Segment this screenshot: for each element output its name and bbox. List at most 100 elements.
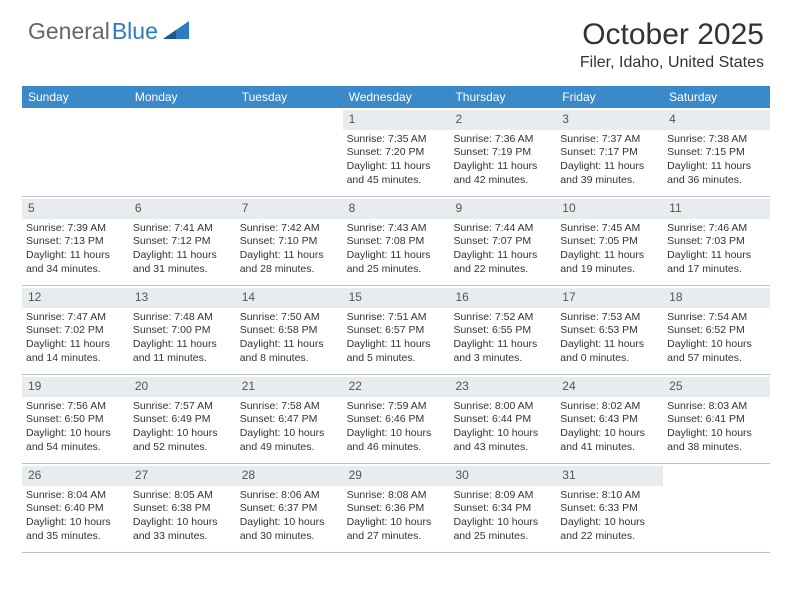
daylight-line: Daylight: 11 hours and 11 minutes.: [133, 338, 232, 365]
sunrise-line: Sunrise: 7:53 AM: [560, 311, 659, 325]
sunset-line: Sunset: 7:17 PM: [560, 146, 659, 160]
day-number: 28: [236, 466, 343, 486]
day-cell: .: [22, 108, 129, 196]
title-block: October 2025 Filer, Idaho, United States: [580, 18, 764, 72]
location-text: Filer, Idaho, United States: [580, 54, 764, 72]
sunrise-line: Sunrise: 7:47 AM: [26, 311, 125, 325]
day-number: 29: [343, 466, 450, 486]
daylight-line: Daylight: 11 hours and 19 minutes.: [560, 249, 659, 276]
day-number: 6: [129, 199, 236, 219]
daylight-line: Daylight: 11 hours and 14 minutes.: [26, 338, 125, 365]
day-cell: 21Sunrise: 7:58 AMSunset: 6:47 PMDayligh…: [236, 375, 343, 463]
logo-triangle-icon: [163, 18, 189, 45]
daylight-line: Daylight: 10 hours and 30 minutes.: [240, 516, 339, 543]
sunset-line: Sunset: 6:40 PM: [26, 502, 125, 516]
daylight-line: Daylight: 11 hours and 3 minutes.: [453, 338, 552, 365]
day-number: 1: [343, 110, 450, 130]
day-number: 16: [449, 288, 556, 308]
day-header: Saturday: [663, 86, 770, 108]
day-cell: 16 Sunrise: 7:52 AMSunset: 6:55 PMDayligh…: [449, 286, 556, 374]
daylight-line: Daylight: 11 hours and 25 minutes.: [347, 249, 446, 276]
day-number: 18: [663, 288, 770, 308]
sunrise-line: Sunrise: 8:08 AM: [347, 489, 446, 503]
day-cell: .: [236, 108, 343, 196]
sunset-line: Sunset: 6:55 PM: [453, 324, 552, 338]
sunset-line: Sunset: 6:50 PM: [26, 413, 125, 427]
sunset-line: Sunset: 6:41 PM: [667, 413, 766, 427]
daylight-line: Daylight: 11 hours and 8 minutes.: [240, 338, 339, 365]
sunset-line: Sunset: 7:12 PM: [133, 235, 232, 249]
day-cell: 31Sunrise: 8:10 AMSunset: 6:33 PMDayligh…: [556, 464, 663, 552]
day-number: 11: [663, 199, 770, 219]
week-row: 19Sunrise: 7:56 AMSunset: 6:50 PMDayligh…: [22, 375, 770, 464]
day-cell: 22Sunrise: 7:59 AMSunset: 6:46 PMDayligh…: [343, 375, 450, 463]
day-number: 8: [343, 199, 450, 219]
day-cell: 14Sunrise: 7:50 AMSunset: 6:58 PMDayligh…: [236, 286, 343, 374]
day-cell: 17Sunrise: 7:53 AMSunset: 6:53 PMDayligh…: [556, 286, 663, 374]
day-number: 9: [449, 199, 556, 219]
day-cell: 24Sunrise: 8:02 AMSunset: 6:43 PMDayligh…: [556, 375, 663, 463]
day-header: Tuesday: [236, 86, 343, 108]
daylight-line: Daylight: 10 hours and 25 minutes.: [453, 516, 552, 543]
sunset-line: Sunset: 7:19 PM: [453, 146, 552, 160]
day-cell: 4Sunrise: 7:38 AMSunset: 7:15 PMDaylight…: [663, 108, 770, 196]
day-cell: 20Sunrise: 7:57 AMSunset: 6:49 PMDayligh…: [129, 375, 236, 463]
sunset-line: Sunset: 6:36 PM: [347, 502, 446, 516]
day-cell: 3Sunrise: 7:37 AMSunset: 7:17 PMDaylight…: [556, 108, 663, 196]
sunset-line: Sunset: 7:08 PM: [347, 235, 446, 249]
day-number: 25: [663, 377, 770, 397]
daylight-line: Daylight: 11 hours and 42 minutes.: [453, 160, 552, 187]
sunrise-line: Sunrise: 7:39 AM: [26, 222, 125, 236]
sunrise-line: Sunrise: 7:52 AM: [453, 311, 552, 325]
day-number: 5: [22, 199, 129, 219]
day-cell: 10Sunrise: 7:45 AMSunset: 7:05 PMDayligh…: [556, 197, 663, 285]
day-number: 15: [343, 288, 450, 308]
day-cell: 9Sunrise: 7:44 AMSunset: 7:07 PMDaylight…: [449, 197, 556, 285]
daylight-line: Daylight: 11 hours and 45 minutes.: [347, 160, 446, 187]
sunrise-line: Sunrise: 7:57 AM: [133, 400, 232, 414]
day-header: Thursday: [449, 86, 556, 108]
day-number: 13: [129, 288, 236, 308]
sunrise-line: Sunrise: 8:00 AM: [453, 400, 552, 414]
day-cell: 1Sunrise: 7:35 AMSunset: 7:20 PMDaylight…: [343, 108, 450, 196]
daylight-line: Daylight: 10 hours and 57 minutes.: [667, 338, 766, 365]
sunset-line: Sunset: 6:49 PM: [133, 413, 232, 427]
sunset-line: Sunset: 6:33 PM: [560, 502, 659, 516]
sunset-line: Sunset: 6:47 PM: [240, 413, 339, 427]
sunset-line: Sunset: 7:02 PM: [26, 324, 125, 338]
daylight-line: Daylight: 10 hours and 54 minutes.: [26, 427, 125, 454]
day-cell: 2Sunrise: 7:36 AMSunset: 7:19 PMDaylight…: [449, 108, 556, 196]
day-header: Wednesday: [343, 86, 450, 108]
day-number: 3: [556, 110, 663, 130]
sunrise-line: Sunrise: 7:54 AM: [667, 311, 766, 325]
calendar: SundayMondayTuesdayWednesdayThursdayFrid…: [22, 86, 770, 553]
day-number: 2: [449, 110, 556, 130]
sunrise-line: Sunrise: 7:38 AM: [667, 133, 766, 147]
day-cell: 27Sunrise: 8:05 AMSunset: 6:38 PMDayligh…: [129, 464, 236, 552]
sunset-line: Sunset: 7:03 PM: [667, 235, 766, 249]
day-cell: 6Sunrise: 7:41 AMSunset: 7:12 PMDaylight…: [129, 197, 236, 285]
day-cell: 25Sunrise: 8:03 AMSunset: 6:41 PMDayligh…: [663, 375, 770, 463]
header: GeneralBlue October 2025 Filer, Idaho, U…: [0, 0, 792, 78]
sunrise-line: Sunrise: 7:37 AM: [560, 133, 659, 147]
sunset-line: Sunset: 6:38 PM: [133, 502, 232, 516]
day-cell: 5Sunrise: 7:39 AMSunset: 7:13 PMDaylight…: [22, 197, 129, 285]
sunset-line: Sunset: 6:58 PM: [240, 324, 339, 338]
day-cell: .: [129, 108, 236, 196]
daylight-line: Daylight: 11 hours and 31 minutes.: [133, 249, 232, 276]
sunrise-line: Sunrise: 7:42 AM: [240, 222, 339, 236]
day-cell: .: [663, 464, 770, 552]
day-number: 14: [236, 288, 343, 308]
daylight-line: Daylight: 10 hours and 38 minutes.: [667, 427, 766, 454]
day-number: 12: [22, 288, 129, 308]
sunset-line: Sunset: 6:34 PM: [453, 502, 552, 516]
brand-logo: GeneralBlue: [28, 18, 189, 45]
day-header-row: SundayMondayTuesdayWednesdayThursdayFrid…: [22, 86, 770, 108]
sunset-line: Sunset: 7:10 PM: [240, 235, 339, 249]
day-cell: 30Sunrise: 8:09 AMSunset: 6:34 PMDayligh…: [449, 464, 556, 552]
week-row: 12Sunrise: 7:47 AMSunset: 7:02 PMDayligh…: [22, 286, 770, 375]
day-number: 23: [449, 377, 556, 397]
day-number: 17: [556, 288, 663, 308]
sunrise-line: Sunrise: 8:04 AM: [26, 489, 125, 503]
sunrise-line: Sunrise: 7:51 AM: [347, 311, 446, 325]
